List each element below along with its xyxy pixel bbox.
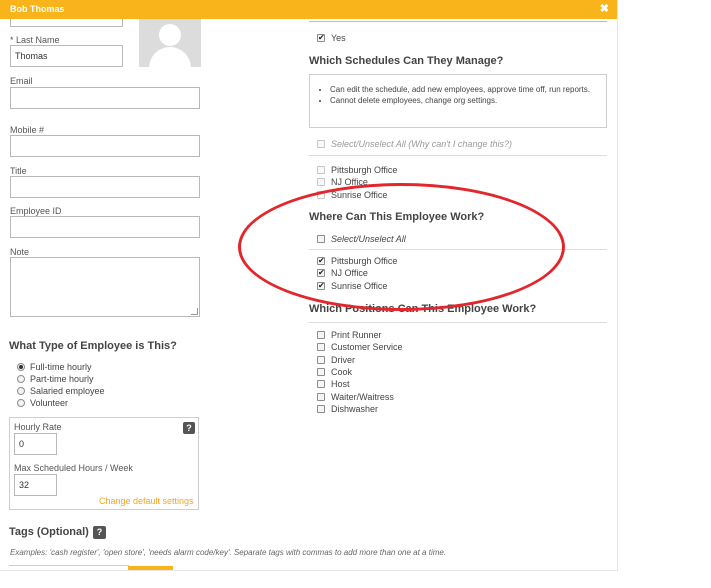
schedules-heading: Which Schedules Can They Manage? — [309, 55, 504, 67]
last-name-label: * Last Name — [10, 35, 60, 45]
checkbox-icon — [317, 166, 325, 174]
divider — [309, 155, 607, 156]
check-icon[interactable]: ✔ — [317, 34, 325, 42]
checkbox-icon[interactable] — [317, 368, 325, 376]
checkbox-label: Yes — [331, 33, 346, 43]
employee-id-label: Employee ID — [10, 206, 62, 216]
schedule-location-item: Pittsburgh Office — [317, 165, 397, 175]
red-ellipse-annotation — [238, 183, 565, 311]
select-all-label: Select/Unselect All (Why can't I change … — [331, 139, 512, 149]
title-label: Title — [10, 166, 27, 176]
position-item[interactable]: Waiter/Waitress — [317, 392, 394, 402]
manager-yes-checkbox[interactable]: ✔ Yes — [317, 33, 346, 43]
radio-icon[interactable] — [17, 375, 25, 383]
user-placeholder-icon[interactable] — [139, 19, 201, 67]
radio-icon[interactable] — [17, 399, 25, 407]
checkbox-icon[interactable] — [317, 380, 325, 388]
tags-examples: Examples: 'cash register', 'open store',… — [10, 548, 447, 557]
position-item[interactable]: Host — [317, 379, 350, 389]
info-item: Can edit the schedule, add new employees… — [330, 84, 605, 95]
employee-type-heading: What Type of Employee is This? — [9, 340, 177, 352]
email-field[interactable] — [10, 87, 200, 109]
radio-label: Salaried employee — [30, 386, 105, 396]
modal-titlebar: Bob Thomas ✖ — [0, 0, 617, 19]
position-item[interactable]: Cook — [317, 367, 352, 377]
max-hours-field[interactable]: 32 — [14, 474, 57, 496]
position-label: Dishwasher — [331, 404, 379, 414]
position-item[interactable]: Dishwasher — [317, 404, 378, 414]
radio-label: Full-time hourly — [30, 362, 92, 372]
first-name-field[interactable] — [10, 19, 123, 27]
radio-icon[interactable] — [17, 363, 25, 371]
max-hours-label: Max Scheduled Hours / Week — [14, 463, 133, 473]
position-item[interactable]: Customer Service — [317, 342, 403, 352]
employee-id-field[interactable] — [10, 216, 200, 238]
checkbox-icon[interactable] — [317, 356, 325, 364]
checkbox-icon — [317, 178, 325, 186]
checkbox-icon[interactable] — [317, 405, 325, 413]
note-textarea[interactable] — [10, 257, 200, 317]
position-item[interactable]: Print Runner — [317, 330, 382, 340]
position-label: Customer Service — [331, 342, 403, 352]
radio-label: Part-time hourly — [30, 374, 94, 384]
question-icon[interactable]: ? — [183, 422, 195, 434]
rate-settings-box: Hourly Rate ? 0 Max Scheduled Hours / We… — [9, 417, 199, 510]
checkbox-icon — [317, 140, 325, 148]
tags-heading: Tags (Optional) — [9, 526, 89, 538]
manager-field-edge — [309, 21, 607, 22]
divider — [309, 322, 607, 323]
permissions-info-box: Can edit the schedule, add new employees… — [309, 74, 607, 128]
title-field[interactable] — [10, 176, 200, 198]
position-label: Print Runner — [331, 330, 382, 340]
info-item: Cannot delete employees, change org sett… — [330, 95, 605, 106]
hourly-rate-field[interactable]: 0 — [14, 433, 57, 455]
mobile-field[interactable] — [10, 135, 200, 157]
radio-volunteer[interactable]: Volunteer — [17, 398, 68, 408]
radio-icon[interactable] — [17, 387, 25, 395]
add-tag-button[interactable] — [128, 566, 173, 570]
position-label: Cook — [331, 367, 353, 377]
last-name-field[interactable]: Thomas — [10, 45, 123, 67]
radio-full-time[interactable]: Full-time hourly — [17, 362, 92, 372]
hourly-rate-label: Hourly Rate — [14, 422, 62, 432]
checkbox-icon[interactable] — [317, 331, 325, 339]
change-defaults-link[interactable]: Change default settings — [99, 496, 194, 506]
location-label: Pittsburgh Office — [331, 165, 398, 175]
position-label: Host — [331, 379, 350, 389]
radio-salaried[interactable]: Salaried employee — [17, 386, 105, 396]
email-label: Email — [10, 76, 33, 86]
radio-part-time[interactable]: Part-time hourly — [17, 374, 94, 384]
checkbox-icon[interactable] — [317, 393, 325, 401]
resize-handle-icon[interactable] — [191, 308, 198, 315]
radio-label: Volunteer — [30, 398, 69, 408]
schedules-select-all: Select/Unselect All (Why can't I change … — [317, 139, 512, 149]
close-icon[interactable]: ✖ — [600, 2, 609, 15]
tags-input-edge[interactable] — [9, 565, 129, 566]
position-label: Waiter/Waitress — [331, 392, 394, 402]
position-item[interactable]: Driver — [317, 355, 355, 365]
position-label: Driver — [331, 355, 355, 365]
question-icon[interactable]: ? — [93, 526, 106, 539]
mobile-label: Mobile # — [10, 125, 45, 135]
note-label: Note — [10, 247, 30, 257]
checkbox-icon[interactable] — [317, 343, 325, 351]
modal-title: Bob Thomas — [10, 4, 65, 14]
